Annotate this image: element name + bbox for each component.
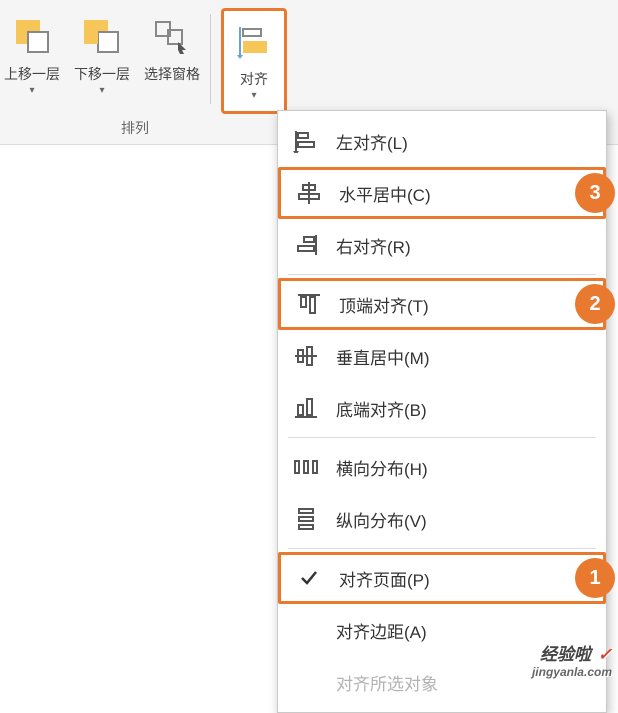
menu-distribute-h-label: 横向分布(H): [336, 455, 428, 480]
align-bottom-icon: [290, 394, 322, 422]
align-right-icon: [290, 231, 322, 259]
align-button-highlight: 对齐 ▾: [221, 8, 287, 114]
ribbon-group-label: 排列: [0, 118, 270, 138]
watermark-url: jingyanla.com: [532, 665, 612, 679]
align-icon: [230, 17, 278, 65]
blank-icon: [290, 668, 322, 696]
marker-1: 1: [575, 558, 615, 598]
menu-align-center-h[interactable]: 水平居中(C) 3: [278, 167, 606, 219]
align-top-icon: [293, 290, 325, 318]
distribute-h-icon: [290, 453, 322, 481]
ribbon-buttons-row: 上移一层 ▾ 下移一层 ▾: [0, 8, 287, 114]
watermark-text: 经验啦: [540, 645, 591, 664]
menu-align-left[interactable]: 左对齐(L): [278, 115, 606, 167]
menu-align-top[interactable]: 顶端对齐(T) 2: [278, 278, 606, 330]
ribbon-divider: [210, 14, 211, 104]
selection-pane-label: 选择窗格: [144, 66, 200, 83]
menu-align-middle-v[interactable]: 垂直居中(M): [278, 330, 606, 382]
send-backward-icon: [78, 12, 126, 60]
menu-separator: [288, 548, 596, 549]
bring-forward-button[interactable]: 上移一层 ▾: [0, 8, 64, 114]
align-middle-v-icon: [290, 342, 322, 370]
send-backward-button[interactable]: 下移一层 ▾: [70, 8, 134, 114]
watermark: 经验啦 ✓ jingyanla.com: [532, 640, 612, 679]
marker-2: 2: [575, 284, 615, 324]
align-label: 对齐: [240, 71, 268, 88]
send-backward-label: 下移一层: [74, 66, 130, 83]
menu-separator: [288, 274, 596, 275]
menu-align-margin-label: 对齐边距(A): [336, 618, 427, 643]
caret-down-icon: ▾: [99, 85, 104, 96]
bring-forward-icon: [8, 12, 56, 60]
menu-align-center-h-label: 水平居中(C): [339, 181, 431, 206]
menu-align-bottom-label: 底端对齐(B): [336, 396, 427, 421]
menu-align-page-label: 对齐页面(P): [339, 566, 430, 591]
menu-align-left-label: 左对齐(L): [336, 129, 408, 154]
blank-icon: [290, 616, 322, 644]
menu-align-top-label: 顶端对齐(T): [339, 292, 429, 317]
menu-align-selected-label: 对齐所选对象: [336, 670, 438, 695]
menu-align-middle-v-label: 垂直居中(M): [336, 344, 429, 369]
align-button[interactable]: 对齐 ▾: [226, 13, 282, 105]
caret-down-icon: ▾: [251, 90, 256, 101]
bring-forward-label: 上移一层: [4, 66, 60, 83]
menu-align-right-label: 右对齐(R): [336, 233, 411, 258]
check-icon: [293, 564, 325, 592]
distribute-v-icon: [290, 505, 322, 533]
caret-down-icon: ▾: [29, 85, 34, 96]
align-center-h-icon: [293, 179, 325, 207]
menu-separator: [288, 437, 596, 438]
menu-distribute-h[interactable]: 横向分布(H): [278, 441, 606, 493]
menu-align-page[interactable]: 对齐页面(P) 1: [278, 552, 606, 604]
align-left-icon: [290, 127, 322, 155]
menu-align-right[interactable]: 右对齐(R): [278, 219, 606, 271]
align-dropdown-menu: 左对齐(L) 水平居中(C) 3 右对齐(R) 顶端对齐(T) 2 垂直居中(M…: [277, 110, 607, 713]
menu-align-bottom[interactable]: 底端对齐(B): [278, 382, 606, 434]
marker-3: 3: [575, 173, 615, 213]
selection-pane-button[interactable]: 选择窗格: [140, 8, 204, 114]
menu-distribute-v-label: 纵向分布(V): [336, 507, 427, 532]
watermark-check-icon: ✓: [598, 645, 612, 664]
menu-distribute-v[interactable]: 纵向分布(V): [278, 493, 606, 545]
selection-pane-icon: [148, 12, 196, 60]
